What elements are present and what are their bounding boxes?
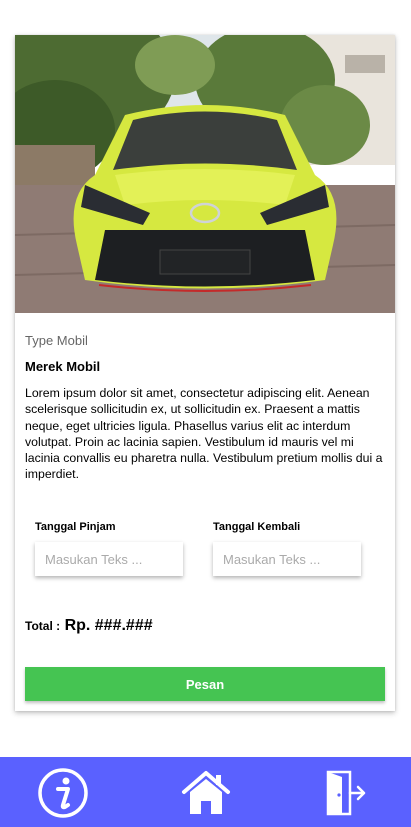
total-value: Rp. ###.### xyxy=(64,617,153,634)
car-description: Lorem ipsum dolor sit amet, consectetur … xyxy=(25,386,383,482)
car-brand-label: Merek Mobil xyxy=(25,359,101,374)
total-label: Total : xyxy=(25,619,61,633)
car-type-label: Type Mobil xyxy=(25,333,88,348)
kembali-date-input[interactable] xyxy=(213,542,361,576)
pinjam-date-label: Tanggal Pinjam xyxy=(35,521,116,533)
pinjam-date-input[interactable] xyxy=(35,542,183,576)
bottom-navigation xyxy=(0,757,411,827)
nav-info-button[interactable] xyxy=(35,767,91,819)
home-icon xyxy=(182,771,230,814)
car-photo xyxy=(15,35,395,313)
total-price: Total : Rp. ###.### xyxy=(25,617,153,635)
nav-home-button[interactable] xyxy=(178,767,234,819)
kembali-date-label: Tanggal Kembali xyxy=(213,521,301,533)
pesan-button[interactable]: Pesan xyxy=(25,667,385,701)
nav-logout-button[interactable] xyxy=(316,767,372,819)
info-icon xyxy=(38,768,88,818)
logout-door-icon xyxy=(326,770,366,816)
car-detail-card: Type Mobil Merek Mobil Lorem ipsum dolor… xyxy=(15,35,395,711)
